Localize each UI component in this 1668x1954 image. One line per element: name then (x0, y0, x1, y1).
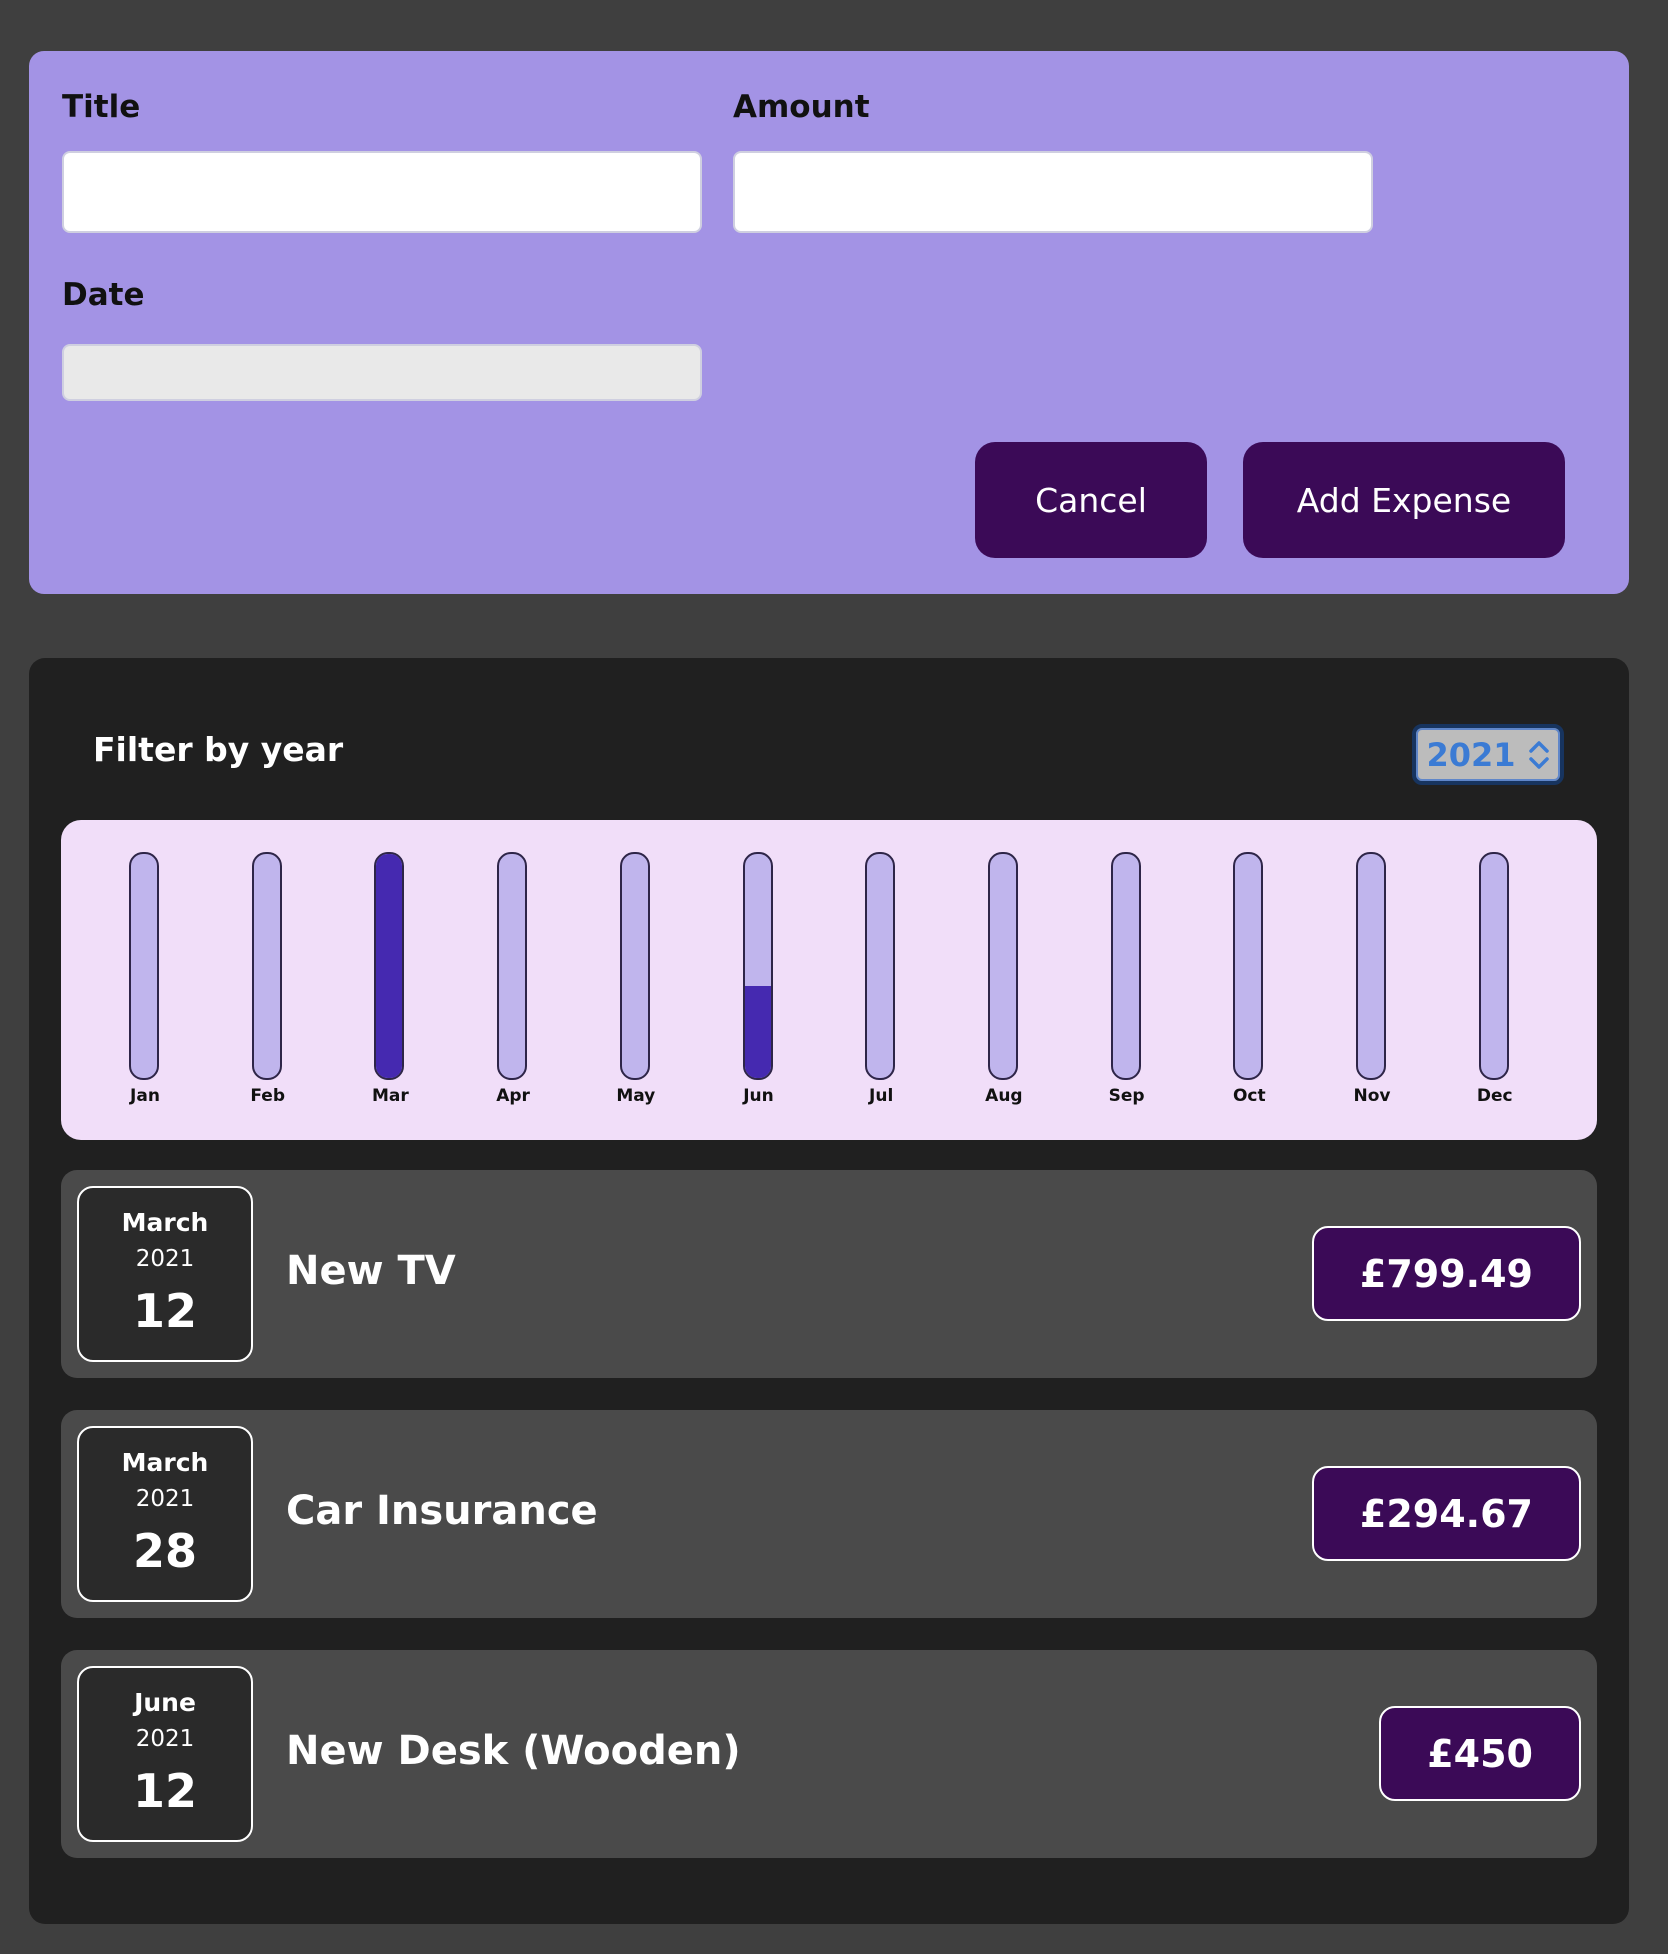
expense-item: June 2021 12 New Desk (Wooden) £450 (61, 1650, 1597, 1858)
expense-date: June 2021 12 (77, 1666, 253, 1842)
chart-bar-feb: Feb (228, 852, 308, 1122)
chart-bar-track (865, 852, 896, 1080)
chart-bar-label: Jun (743, 1086, 774, 1106)
chart-bar-jan: Jan (105, 852, 185, 1122)
chart-bar-track (1356, 852, 1386, 1080)
cancel-button[interactable]: Cancel (975, 442, 1207, 558)
expense-title: Car Insurance (286, 1488, 598, 1534)
chart-bar-track (987, 852, 1018, 1080)
expense-date: March 2021 28 (77, 1426, 253, 1602)
chart-bar-label: Dec (1476, 1086, 1513, 1106)
chart-bar-jun: Jun (719, 852, 799, 1122)
chart-bar-track (1478, 852, 1509, 1080)
chart-bar-jul: Jul (841, 852, 921, 1122)
chart-bar-track (129, 852, 159, 1080)
expense-amount: £450 (1379, 1706, 1581, 1801)
expense-date-day: 28 (132, 1524, 197, 1578)
expense-date-year: 2021 (135, 1726, 195, 1752)
selected-year: 2021 (1426, 735, 1516, 774)
expense-title: New Desk (Wooden) (286, 1728, 741, 1774)
chart-bar-label: Feb (250, 1086, 285, 1106)
chart-bar-sep: Sep (1087, 852, 1167, 1122)
chevron-up-down-icon (1528, 740, 1549, 769)
chart-bar-label: Mar (372, 1086, 409, 1106)
chart-bar-apr: Apr (473, 852, 553, 1122)
year-select[interactable]: 2021 (1412, 724, 1564, 785)
chart-bar-mar: Mar (350, 852, 430, 1122)
amount-label: Amount (733, 89, 870, 125)
chart-bar-fill (376, 854, 403, 1078)
title-input[interactable] (62, 151, 702, 233)
expense-item: March 2021 28 Car Insurance £294.67 (61, 1410, 1597, 1618)
chart-bar-label: Jul (869, 1086, 894, 1106)
chart-bar-track (619, 852, 650, 1080)
chart-bar-label: Oct (1232, 1086, 1266, 1106)
amount-input[interactable] (733, 151, 1373, 233)
date-label: Date (62, 277, 145, 313)
chart-bar-track (251, 852, 282, 1080)
chart-bar-fill (744, 985, 771, 1078)
chart-bar-track (497, 852, 528, 1080)
expense-amount: £294.67 (1311, 1466, 1581, 1561)
new-expense-form: Title Amount Date Cancel Add Expense (29, 51, 1629, 594)
chart-bar-label: May (616, 1086, 656, 1106)
expense-title: New TV (286, 1248, 456, 1294)
chart-bar-aug: Aug (964, 852, 1044, 1122)
chart-bar-oct: Oct (1209, 852, 1289, 1122)
chart-bar-label: Apr (496, 1086, 530, 1106)
chart-bar-label: Sep (1108, 1086, 1145, 1106)
chart-bar-label: Aug (985, 1086, 1023, 1106)
chart-bar-track (742, 852, 773, 1080)
expense-date-year: 2021 (135, 1246, 195, 1272)
expense-amount: £799.49 (1311, 1226, 1581, 1321)
expense-date-month: March (121, 1448, 209, 1477)
expense-item: March 2021 12 New TV £799.49 (61, 1170, 1597, 1378)
chart-bar-dec: Dec (1455, 852, 1535, 1122)
expense-date-day: 12 (132, 1764, 197, 1818)
chart-bar-label: Jan (130, 1086, 160, 1106)
title-label: Title (62, 89, 141, 125)
chart-bar-track (374, 852, 405, 1080)
chart-bar-track (1233, 852, 1264, 1080)
monthly-expense-chart: Jan Feb Mar Apr May Jun Jul Aug Sep Oct Nov Dec (61, 820, 1597, 1140)
expense-date-month: June (134, 1688, 196, 1717)
expense-date-year: 2021 (135, 1486, 195, 1512)
chart-bar-track (1110, 852, 1141, 1080)
chart-bar-may: May (596, 852, 676, 1122)
chart-bar-label: Nov (1353, 1086, 1391, 1106)
date-input[interactable] (62, 344, 702, 401)
expense-date: March 2021 12 (77, 1186, 253, 1362)
expense-date-day: 12 (132, 1284, 197, 1338)
chart-bar-nov: Nov (1332, 852, 1412, 1122)
expense-date-month: March (121, 1208, 209, 1237)
filter-label: Filter by year (93, 730, 344, 769)
expenses-panel: Filter by year 2021 Jan Feb Mar Apr May Jun Ju… (29, 658, 1629, 1924)
add-expense-button[interactable]: Add Expense (1243, 442, 1565, 558)
